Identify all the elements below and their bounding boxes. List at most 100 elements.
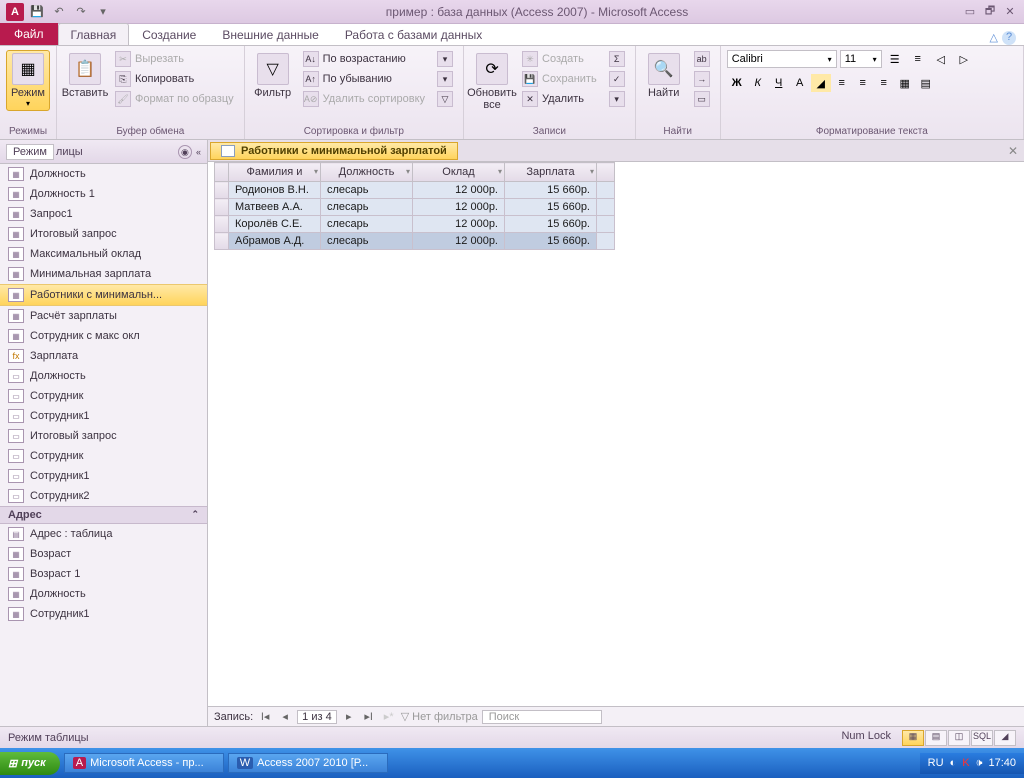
nav-item[interactable]: Минимальная зарплата xyxy=(0,264,207,284)
nav-item[interactable]: Сотрудник1 xyxy=(0,604,207,624)
qat-dropdown-icon[interactable]: ▾ xyxy=(94,3,112,21)
data-cell[interactable]: 12 000р. xyxy=(413,233,505,250)
system-tray[interactable]: RU ◐ K 🕩 17:40 xyxy=(920,753,1024,774)
data-cell[interactable]: слесарь xyxy=(321,233,413,250)
start-button[interactable]: ⊞пуск xyxy=(0,752,60,775)
view-button[interactable]: ▦ Режим ▾ xyxy=(6,50,50,111)
data-row[interactable]: Родионов В.Н.слесарь12 000р.15 660р. xyxy=(215,182,615,199)
numbering-button[interactable]: ≡ xyxy=(908,50,928,68)
add-column-header[interactable] xyxy=(597,163,615,182)
select-button[interactable]: ▭ xyxy=(690,90,714,108)
nav-item[interactable]: Зарплата xyxy=(0,346,207,366)
data-cell[interactable]: слесарь xyxy=(321,199,413,216)
tab-database[interactable]: Работа с базами данных xyxy=(332,23,495,45)
replace-button[interactable]: ab xyxy=(690,50,714,68)
data-cell[interactable]: Родионов В.Н. xyxy=(229,182,321,199)
ribbon-minimize-icon[interactable]: △ xyxy=(990,31,998,45)
nav-collapse-icon[interactable]: « xyxy=(196,147,201,157)
nav-item[interactable]: Должность 1 xyxy=(0,184,207,204)
data-row[interactable]: Королёв С.Е.слесарь12 000р.15 660р. xyxy=(215,216,615,233)
data-row[interactable]: Абрамов А.Д.слесарь12 000р.15 660р. xyxy=(215,233,615,250)
datasheet[interactable]: Фамилия и▾Должность▾Оклад▾Зарплата▾ Роди… xyxy=(208,162,1024,250)
data-cell[interactable] xyxy=(597,233,615,250)
nav-item[interactable]: Расчёт зарплаты xyxy=(0,306,207,326)
underline-button[interactable]: Ч xyxy=(769,74,789,92)
task-access[interactable]: AMicrosoft Access - пр... xyxy=(64,753,224,773)
document-close-button[interactable]: ✕ xyxy=(1008,144,1018,158)
cut-button[interactable]: ✂Вырезать xyxy=(111,50,238,68)
new-record-button[interactable]: ✳Создать xyxy=(518,50,601,68)
remove-sort-button[interactable]: A⊘Удалить сортировку xyxy=(299,90,429,108)
data-cell[interactable]: Королёв С.Е. xyxy=(229,216,321,233)
filter-indicator[interactable]: ▽Нет фильтра xyxy=(401,710,478,723)
font-size-select[interactable]: 11▾ xyxy=(840,50,882,68)
tab-create[interactable]: Создание xyxy=(129,23,209,45)
column-dropdown-icon[interactable]: ▾ xyxy=(590,167,594,176)
data-cell[interactable] xyxy=(597,182,615,199)
copy-button[interactable]: ⎘Копировать xyxy=(111,70,238,88)
align-left-button[interactable]: ≡ xyxy=(832,74,852,92)
data-cell[interactable]: 15 660р. xyxy=(505,216,597,233)
nav-item[interactable]: Максимальный оклад xyxy=(0,244,207,264)
data-cell[interactable]: Матвеев А.А. xyxy=(229,199,321,216)
fill-color-button[interactable]: ◢ xyxy=(811,74,831,92)
nav-item[interactable]: Должность xyxy=(0,584,207,604)
nav-item[interactable]: Возраст 1 xyxy=(0,564,207,584)
undo-icon[interactable]: ↶ xyxy=(50,3,68,21)
nav-item[interactable]: Итоговый запрос xyxy=(0,224,207,244)
nav-item[interactable]: Сотрудник1 xyxy=(0,406,207,426)
totals-button[interactable]: Σ xyxy=(605,50,629,68)
row-selector[interactable] xyxy=(215,182,229,199)
data-cell[interactable]: 12 000р. xyxy=(413,216,505,233)
spelling-button[interactable]: ✓ xyxy=(605,70,629,88)
nav-item[interactable]: Сотрудник xyxy=(0,446,207,466)
font-color-button[interactable]: A xyxy=(790,74,810,92)
rec-next-button[interactable]: ▸ xyxy=(341,710,357,723)
rec-position[interactable]: 1 из 4 xyxy=(297,710,337,724)
filter-button[interactable]: ▽ Фильтр xyxy=(251,50,295,102)
lang-indicator[interactable]: RU xyxy=(928,757,944,769)
alt-row-button[interactable]: ▤ xyxy=(916,74,936,92)
row-selector[interactable] xyxy=(215,216,229,233)
nav-item[interactable]: Сотрудник с макс окл xyxy=(0,326,207,346)
file-tab[interactable]: Файл xyxy=(0,23,58,45)
italic-button[interactable]: К xyxy=(748,74,768,92)
nav-item[interactable]: Должность xyxy=(0,366,207,386)
document-tab[interactable]: Работники с минимальной зарплатой xyxy=(210,142,458,160)
delete-record-button[interactable]: ✕Удалить xyxy=(518,90,601,108)
column-header[interactable]: Зарплата▾ xyxy=(505,163,597,182)
view-pivot-button[interactable]: ▤ xyxy=(925,730,947,746)
column-header[interactable]: Фамилия и▾ xyxy=(229,163,321,182)
row-selector[interactable] xyxy=(215,199,229,216)
minimize-button[interactable]: ▭ xyxy=(960,5,980,18)
save-record-button[interactable]: 💾Сохранить xyxy=(518,70,601,88)
gridlines-button[interactable]: ▦ xyxy=(895,74,915,92)
column-dropdown-icon[interactable]: ▾ xyxy=(406,167,410,176)
more-records-button[interactable]: ▾ xyxy=(605,90,629,108)
save-icon[interactable]: 💾 xyxy=(28,3,46,21)
nav-item[interactable]: Работники с минимальн... xyxy=(0,284,207,306)
bullets-button[interactable]: ☰ xyxy=(885,50,905,68)
sort-desc-button[interactable]: A↑По убыванию xyxy=(299,70,429,88)
data-cell[interactable]: 15 660р. xyxy=(505,233,597,250)
nav-item[interactable]: Итоговый запрос xyxy=(0,426,207,446)
tray-network-icon[interactable]: ◐ xyxy=(950,757,957,769)
nav-item[interactable]: Возраст xyxy=(0,544,207,564)
selection-filter-button[interactable]: ▾ xyxy=(433,50,457,68)
align-center-button[interactable]: ≡ xyxy=(853,74,873,92)
view-design-button[interactable]: ◢ xyxy=(994,730,1016,746)
rec-new-button[interactable]: ▸* xyxy=(381,710,397,723)
rec-first-button[interactable]: I◂ xyxy=(257,710,273,723)
format-painter-button[interactable]: 🖌Формат по образцу xyxy=(111,90,238,108)
maximize-button[interactable]: 🗗 xyxy=(980,2,1000,21)
data-cell[interactable] xyxy=(597,199,615,216)
toggle-filter-button[interactable]: ▽ xyxy=(433,90,457,108)
nav-list[interactable]: ДолжностьДолжность 1Запрос1Итоговый запр… xyxy=(0,164,207,726)
font-select[interactable]: Calibri▾ xyxy=(727,50,837,68)
data-cell[interactable]: слесарь xyxy=(321,216,413,233)
view-sql-button[interactable]: SQL xyxy=(971,730,993,746)
column-dropdown-icon[interactable]: ▾ xyxy=(314,167,318,176)
nav-header[interactable]: Режим лицы ◉ « xyxy=(0,140,207,164)
find-button[interactable]: 🔍 Найти xyxy=(642,50,686,102)
data-cell[interactable]: слесарь xyxy=(321,182,413,199)
